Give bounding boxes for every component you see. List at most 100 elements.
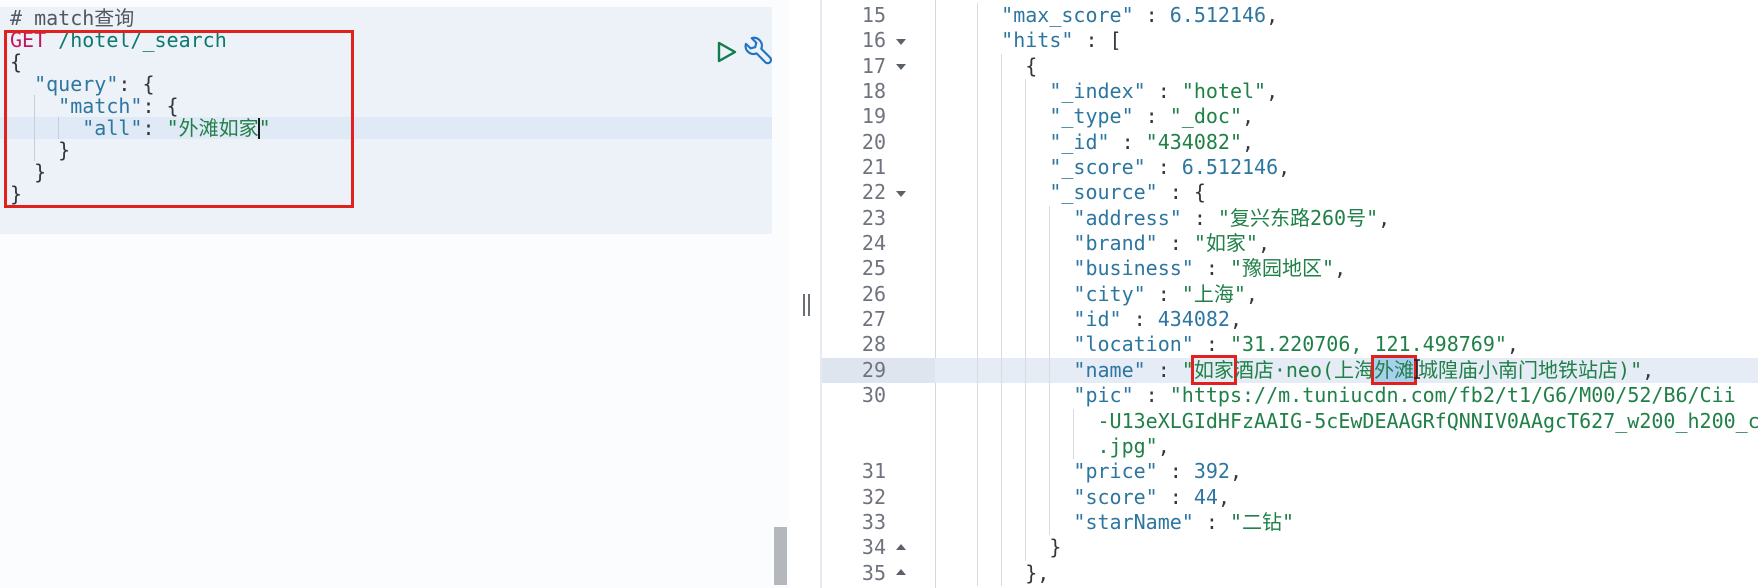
- code-token: "_type": [1049, 104, 1134, 129]
- response-line: -U13eXLGIdHFzAAIG-5cEwDEAAGRfQNNIV0AAgcT…: [822, 408, 1758, 434]
- code-token: ,: [1242, 129, 1255, 154]
- code-token: "_doc": [1169, 104, 1242, 129]
- indent-guide-line: [1001, 205, 1003, 232]
- indent-guide-line: [1049, 256, 1051, 282]
- code-token: :: [1157, 231, 1194, 256]
- indent-guide-line: [977, 433, 979, 460]
- indent-guide-line: [1025, 433, 1027, 460]
- editor-scrollbar-thumb[interactable]: [774, 527, 787, 585]
- code-token: "hotel": [1181, 79, 1267, 104]
- indent-guide-line: [34, 139, 36, 161]
- indent-guide-line: [1049, 231, 1051, 257]
- code-token: : {: [118, 72, 155, 96]
- request-editor-lines: # match查询 GET /hotel/_search{ "query": { …: [0, 7, 790, 205]
- code-text: {: [953, 54, 1037, 78]
- response-line: 23 "address" : "复兴东路260号",: [822, 205, 1758, 232]
- indent-guide-line: [977, 129, 979, 156]
- fold-down-icon[interactable]: [896, 64, 906, 71]
- indent-guide-line: [977, 484, 979, 510]
- code-token: {: [10, 50, 23, 74]
- indent-guide-line: [1001, 79, 1003, 105]
- console-output-pane[interactable]: 15 "max_score" : 6.512146, 16 "hits" : [1…: [822, 0, 1758, 588]
- indent-guide-line: [1001, 509, 1003, 536]
- indent-guide-line: [1001, 408, 1003, 434]
- code-token: }: [58, 138, 71, 162]
- fold-down-icon[interactable]: [896, 39, 906, 46]
- indent-guide-line: [1025, 104, 1027, 130]
- indent-guide-line: [977, 357, 979, 384]
- response-line: 22 "_source" : {: [822, 180, 1758, 206]
- indent-guide-line: [1025, 129, 1027, 156]
- response-line: 29 "name" : "如家酒店·neo(上海外滩 城隍庙小南门地铁站店)",: [822, 357, 1758, 384]
- fold-up-icon[interactable]: [896, 543, 906, 550]
- line-number: 28: [861, 332, 886, 357]
- indent-guide-line: [58, 117, 60, 139]
- request-options-button[interactable]: [744, 35, 774, 65]
- line-number: 24: [861, 231, 886, 256]
- request-line: "match": {: [0, 95, 772, 117]
- line-number: 27: [861, 307, 886, 332]
- indent-guide-line: [977, 28, 979, 54]
- indent-guide-line: [1025, 383, 1027, 409]
- request-line: # match查询: [0, 7, 772, 29]
- indent-guide-line: [1049, 484, 1051, 510]
- code-token: ": [258, 116, 271, 140]
- response-line: 20 "_id" : "434082",: [822, 129, 1758, 156]
- response-line: 24 "brand" : "如家",: [822, 231, 1758, 257]
- send-request-button[interactable]: [716, 40, 738, 64]
- indent-guide-line: [1001, 104, 1003, 130]
- indent-guide-line: [1001, 281, 1003, 308]
- fold-up-icon[interactable]: [896, 569, 906, 576]
- indent-guide-line: [1025, 484, 1027, 510]
- indent-guide-line: [1025, 408, 1027, 434]
- indent-guide-line: [1001, 231, 1003, 257]
- code-text: "id" : 434082,: [953, 307, 1242, 331]
- indent-guide-line: [1001, 155, 1003, 181]
- code-token: :: [1121, 307, 1158, 332]
- response-line: 16 "hits" : [: [822, 28, 1758, 54]
- indent-guide-line: [1049, 332, 1051, 358]
- indent-guide-line: [1025, 307, 1027, 333]
- indent-guide-line: [977, 408, 979, 434]
- code-token: "_score": [1049, 155, 1146, 180]
- console-editor-pane[interactable]: # match查询 GET /hotel/_search{ "query": { …: [0, 0, 790, 588]
- fold-down-icon[interactable]: [896, 191, 906, 198]
- indent-guide-line: [1001, 53, 1003, 80]
- code-token: -U13eXLGIdHFzAAIG-5cEwDEAAGRfQNNIV0AAgcT…: [1097, 408, 1758, 433]
- pane-divider-handle[interactable]: [801, 294, 813, 316]
- code-token: ,: [1217, 484, 1230, 509]
- code-token: :: [1193, 509, 1230, 534]
- response-line: 26 "city" : "上海",: [822, 281, 1758, 308]
- code-token: "location": [1073, 332, 1194, 357]
- indent-guide-line: [1001, 332, 1003, 358]
- wrench-icon: [744, 36, 773, 65]
- code-token: ,: [1642, 357, 1655, 382]
- indent-guide-line: [1049, 383, 1051, 409]
- line-number: 25: [861, 256, 886, 281]
- indent-guide-line: [1049, 408, 1051, 434]
- code-token: 6.512146: [1169, 3, 1267, 27]
- indent-guide-line: [1001, 560, 1003, 586]
- indent-guide-line: [977, 281, 979, 308]
- code-token: 392: [1193, 459, 1230, 484]
- code-token: 44: [1193, 484, 1218, 509]
- code-token: "brand": [1073, 231, 1158, 256]
- line-number: 35: [861, 560, 886, 585]
- response-line: 32 "score" : 44,: [822, 484, 1758, 510]
- response-line: 34 }: [822, 535, 1758, 561]
- line-number: 30: [861, 383, 886, 408]
- code-text: "match": {: [10, 94, 178, 118]
- code-token: :: [1133, 3, 1170, 27]
- indent-guide-line: [1049, 307, 1051, 333]
- response-line: 18 "_index" : "hotel",: [822, 79, 1758, 105]
- indent-guide-line: [977, 256, 979, 282]
- code-token: "score": [1073, 484, 1158, 509]
- indent-guide-line: [977, 205, 979, 232]
- indent-guide-line: [1001, 535, 1003, 561]
- code-token: 434082: [1157, 307, 1230, 332]
- code-token: ,: [1266, 79, 1279, 104]
- request-line: "query": {: [0, 73, 772, 95]
- response-line: 30 "pic" : "https://m.tuniucdn.com/fb2/t…: [822, 383, 1758, 409]
- code-token: "all": [82, 116, 143, 140]
- indent-guide-line: [977, 79, 979, 105]
